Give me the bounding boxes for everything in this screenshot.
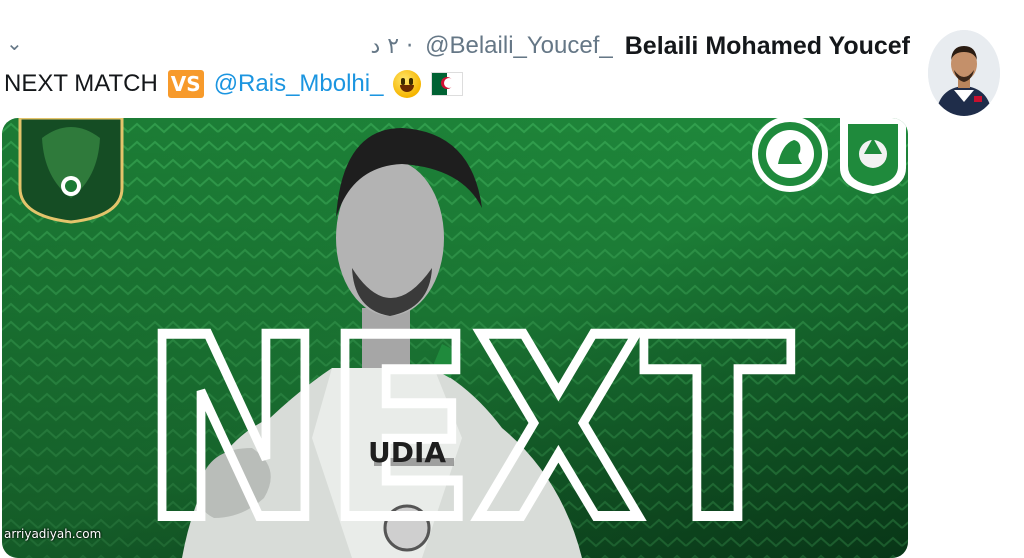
club-badge-left: [18, 118, 124, 224]
next-match-poster: NEXT UDIA: [2, 118, 908, 558]
club-badge-right: [752, 118, 828, 192]
author-handle[interactable]: @Belaili_Youcef_: [425, 32, 613, 60]
avatar[interactable]: [928, 30, 1000, 116]
algeria-flag-icon: [431, 72, 464, 96]
league-badge: [840, 118, 906, 194]
tweet-text-prefix: NEXT MATCH: [4, 70, 158, 97]
tweet-author-row: ٢ د · @Belaili_Youcef_ Belaili Mohamed Y…: [371, 28, 911, 64]
tweet-timestamp[interactable]: ٢ د ·: [371, 34, 414, 59]
tweet-header: ⌄ ٢ د · @Belaili_Youcef_ Belaili Mohamed…: [0, 0, 1024, 116]
sponsor-text: UDIA: [368, 436, 446, 469]
grinning-face-icon: [393, 70, 422, 98]
chevron-down-icon[interactable]: ⌄: [6, 32, 28, 54]
vs-emoji-icon: VS: [167, 70, 204, 98]
tweet-media-image[interactable]: NEXT UDIA: [2, 118, 908, 558]
author-display-name[interactable]: Belaili Mohamed Youcef: [625, 32, 910, 61]
mention-link[interactable]: @Rais_Mbolhi_: [214, 70, 384, 98]
watermark: arriyadiyah.com: [4, 527, 102, 541]
headline-next: NEXT: [137, 279, 797, 558]
tweet-text: NEXT MATCH VS @Rais_Mbolhi_: [4, 66, 464, 102]
timestamp-value[interactable]: ٢ د: [371, 34, 400, 59]
headline-next-text: NEXT: [142, 284, 792, 558]
avatar-photo: [928, 30, 1000, 116]
separator-dot: ·: [406, 33, 414, 59]
